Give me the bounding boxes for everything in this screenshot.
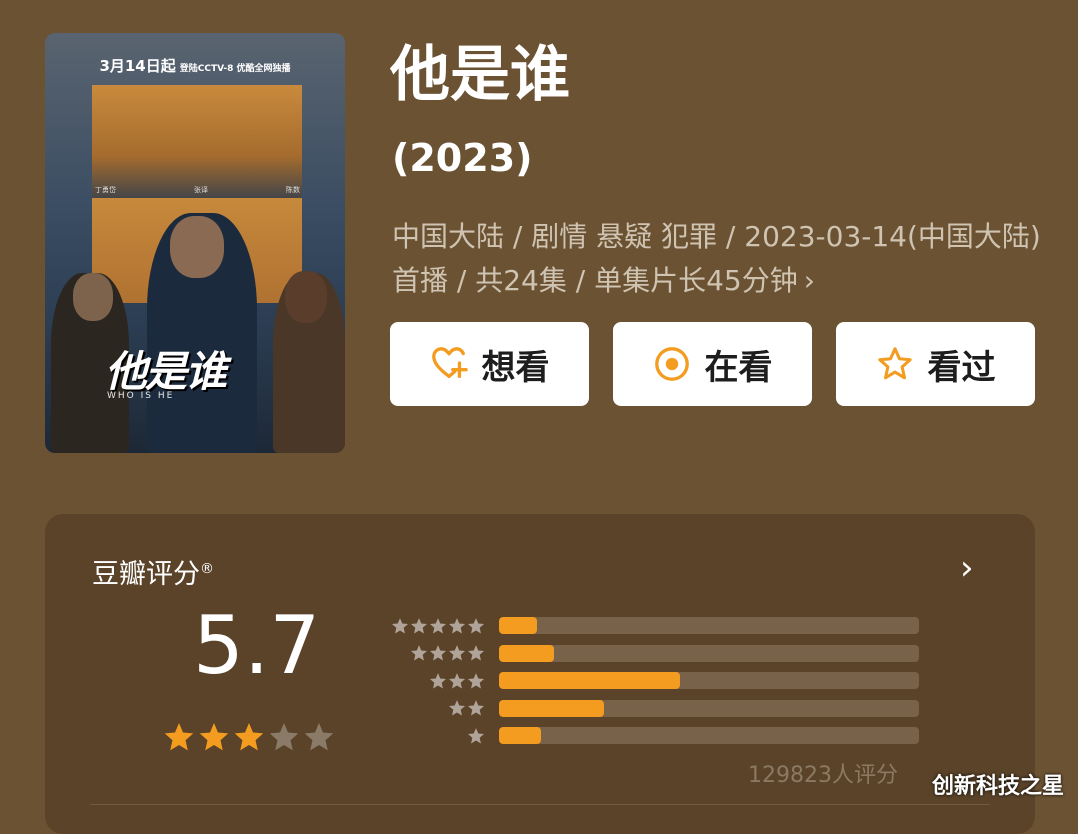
poster-cast: 丁勇岱 张译 陈数 [95, 185, 300, 195]
poster-head-right [285, 271, 327, 323]
star-icon [410, 617, 428, 634]
action-buttons: 想看 在看 看过 [390, 322, 1035, 406]
watched-button[interactable]: 看过 [836, 322, 1035, 406]
show-meta-text: 中国大陆 / 剧情 悬疑 犯罪 / 2023-03-14(中国大陆)首播 / 共… [392, 220, 1041, 297]
rating-row-5 [375, 612, 919, 640]
poster-head-main [170, 216, 224, 278]
rating-row-4 [375, 640, 919, 668]
poster-title: 他是谁 [105, 347, 227, 396]
rating-bar-fill [499, 699, 604, 717]
heart-plus-icon [431, 347, 468, 379]
poster-head-left [73, 273, 113, 321]
rating-bar-track [499, 699, 919, 717]
rating-row-stars [375, 727, 485, 745]
watermark: 创新科技之星 [931, 774, 1064, 799]
star-icon [448, 700, 466, 716]
star-icon [467, 727, 485, 744]
star-icon [467, 672, 485, 689]
watching-button[interactable]: 在看 [613, 322, 812, 406]
star-icon [410, 645, 428, 661]
star-icon [467, 617, 485, 634]
rating-score: 5.7 [193, 599, 321, 692]
star-icon [448, 672, 466, 689]
show-year: (2023) [392, 136, 533, 180]
poster-image[interactable]: 3月14日起 登陆CCTV-8 优酷全网独播 丁勇岱 张译 陈数 他是谁 WHO … [45, 33, 345, 453]
watched-label: 看过 [927, 347, 996, 388]
star-filled-icon [164, 723, 194, 751]
star-icon [429, 617, 447, 634]
target-icon [654, 347, 689, 381]
divider [90, 804, 990, 805]
rating-stars [163, 721, 335, 753]
rating-bar-track [499, 672, 919, 690]
rating-bar-track [499, 727, 919, 745]
rating-row-stars [375, 699, 485, 717]
poster-subtitle: WHO IS HE [107, 391, 175, 401]
rating-bar-fill [499, 727, 541, 745]
rating-row-stars [375, 672, 485, 690]
poster-date-badge: 3月14日起 登陆CCTV-8 优酷全网独播 [45, 55, 345, 76]
star-icon [429, 672, 447, 689]
star-icon [448, 645, 466, 661]
star-icon [429, 645, 447, 661]
star-empty-icon [304, 723, 334, 751]
chevron-right-icon: › [803, 264, 815, 297]
rating-bar-fill [499, 617, 537, 635]
star-filled-icon [199, 723, 229, 751]
star-icon [448, 617, 466, 634]
star-icon [467, 700, 485, 716]
rating-row-2 [375, 695, 919, 723]
poster-cast-3: 陈数 [286, 186, 300, 194]
rating-bar-fill [499, 672, 680, 690]
show-meta[interactable]: 中国大陆 / 剧情 悬疑 犯罪 / 2023-03-14(中国大陆)首播 / 共… [392, 215, 1042, 303]
rating-bar-fill [499, 644, 554, 662]
show-title: 他是谁 [390, 40, 570, 110]
star-filled-icon [234, 723, 264, 751]
rating-row-stars [375, 617, 485, 635]
poster-badge-sub: 登陆CCTV-8 优酷全网独播 [179, 64, 291, 74]
poster-badge-date: 3月14日起 [99, 57, 176, 75]
rating-label: 豆瓣评分® [92, 552, 214, 591]
poster-cast-2: 张译 [194, 186, 208, 194]
poster-cast-1: 丁勇岱 [95, 186, 116, 194]
rating-row-stars [375, 644, 485, 662]
want-to-watch-label: 想看 [481, 347, 550, 388]
star-icon [391, 617, 409, 634]
want-to-watch-button[interactable]: 想看 [390, 322, 589, 406]
star-icon [467, 645, 485, 661]
rating-card[interactable]: 豆瓣评分® › 5.7 129823人评分 [45, 514, 1035, 834]
rating-row-3 [375, 667, 919, 695]
rating-bar-track [499, 617, 919, 635]
chevron-right-icon[interactable]: › [960, 548, 974, 588]
registered-mark: ® [200, 561, 214, 577]
rating-bar-track [499, 644, 919, 662]
rating-label-text: 豆瓣评分 [92, 559, 200, 590]
star-icon [877, 347, 912, 380]
star-empty-icon [269, 723, 299, 751]
rating-distribution [375, 612, 919, 750]
rating-row-1 [375, 722, 919, 750]
watching-label: 在看 [704, 347, 773, 388]
rating-count: 129823人评分 [748, 763, 898, 788]
